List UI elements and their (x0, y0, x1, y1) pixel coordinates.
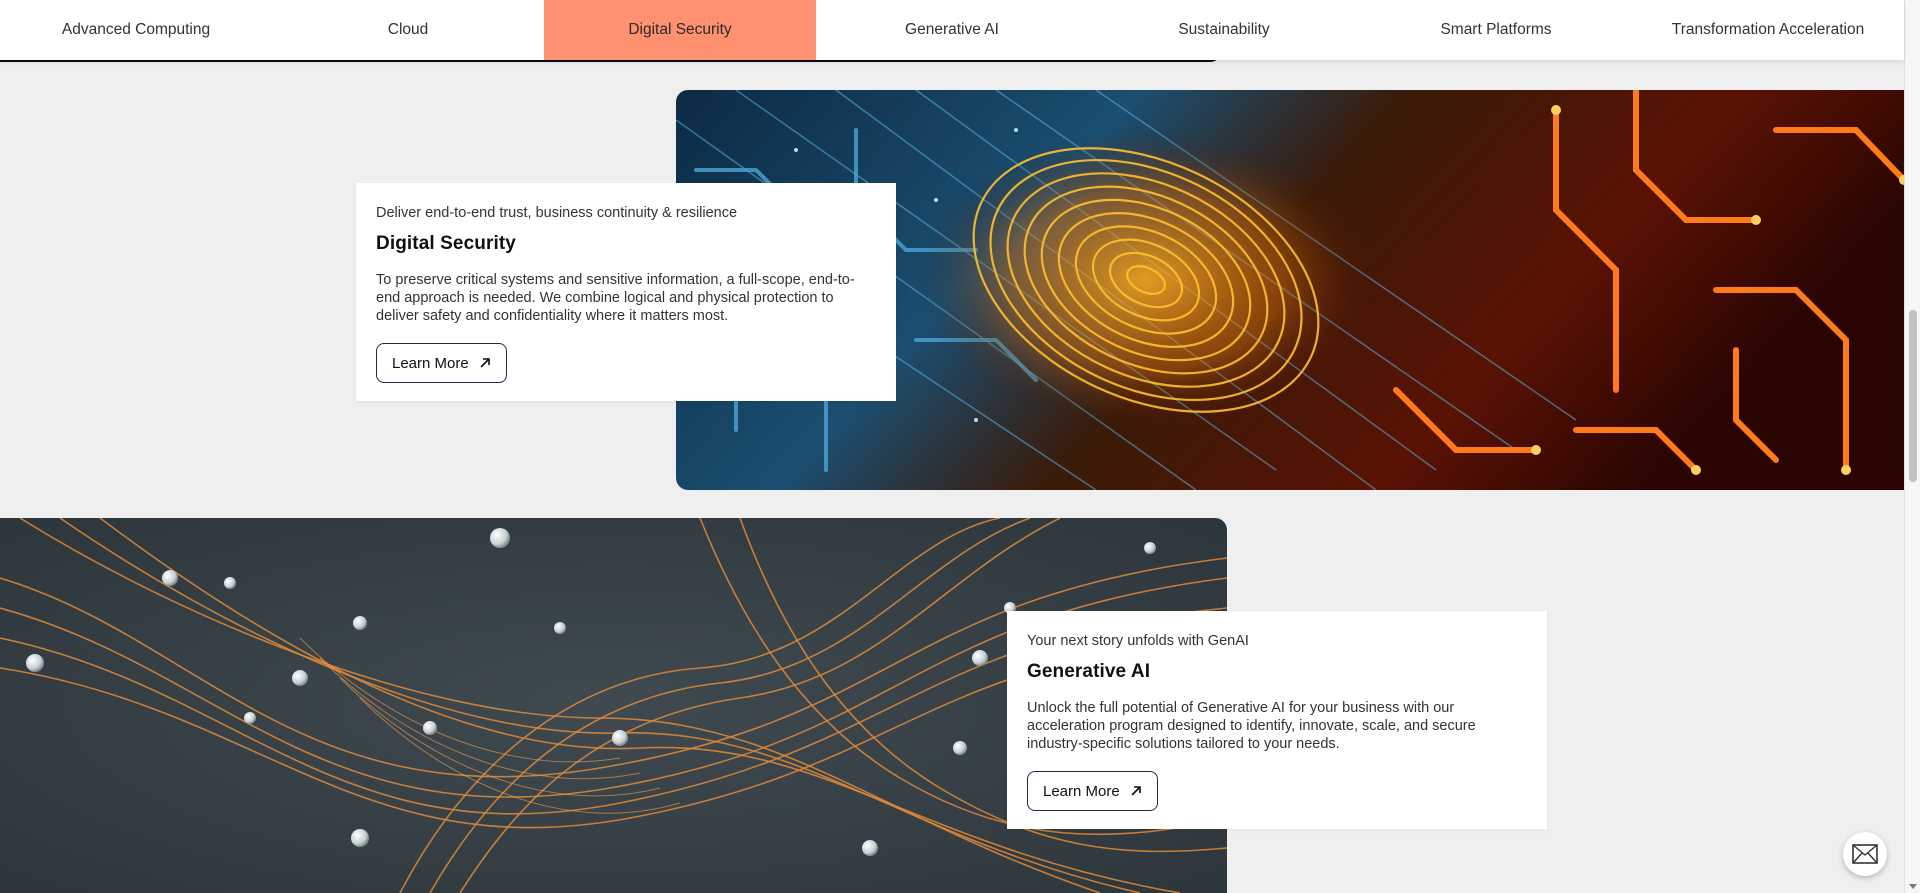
solutions-tab-bar: Advanced Computing Cloud Digital Securit… (0, 0, 1904, 60)
arrow-up-right-icon (1131, 786, 1141, 796)
mail-icon (1852, 844, 1878, 864)
scrollbar-thumb[interactable] (1909, 310, 1917, 482)
page-scrollbar[interactable] (1904, 0, 1920, 893)
learn-more-button[interactable]: Learn More (1027, 771, 1158, 811)
card-eyebrow: Deliver end-to-end trust, business conti… (376, 205, 738, 221)
card-eyebrow: Your next story unfolds with GenAI (1027, 633, 1249, 649)
tab-sustainability[interactable]: Sustainability (1088, 0, 1360, 60)
digital-security-card: Deliver end-to-end trust, business conti… (356, 183, 896, 401)
tab-cloud[interactable]: Cloud (272, 0, 544, 60)
tab-transformation-acceleration[interactable]: Transformation Acceleration (1632, 0, 1904, 60)
tab-smart-platforms[interactable]: Smart Platforms (1360, 0, 1632, 60)
card-description: Unlock the full potential of Generative … (1027, 700, 1476, 752)
arrow-up-right-icon (480, 358, 490, 368)
generative-ai-card: Your next story unfolds with GenAI Gener… (1007, 611, 1547, 829)
tab-generative-ai[interactable]: Generative AI (816, 0, 1088, 60)
card-title: Generative AI (1027, 661, 1151, 682)
tab-digital-security[interactable]: Digital Security (544, 0, 816, 60)
contact-mail-button[interactable] (1843, 832, 1887, 876)
learn-more-button[interactable]: Learn More (376, 343, 507, 383)
learn-more-label: Learn More (1043, 782, 1120, 800)
learn-more-label: Learn More (392, 354, 469, 372)
tab-advanced-computing[interactable]: Advanced Computing (0, 0, 272, 60)
scroll-down-arrow-icon[interactable] (1909, 884, 1917, 889)
card-title: Digital Security (376, 233, 516, 254)
card-description: To preserve critical systems and sensiti… (376, 272, 855, 324)
